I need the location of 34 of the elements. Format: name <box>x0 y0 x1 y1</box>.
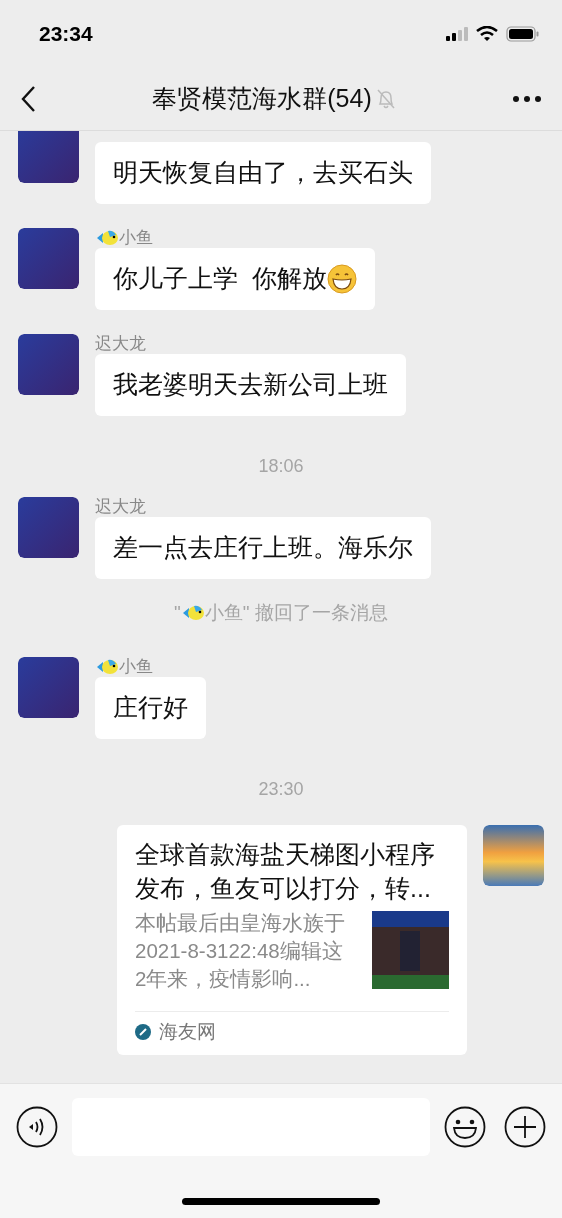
timestamp: 18:06 <box>258 455 304 478</box>
more-icon[interactable] <box>512 95 542 103</box>
sender-name-text: 迟大龙 <box>95 497 146 517</box>
battery-icon <box>506 26 540 42</box>
timestamp: 23:30 <box>258 778 304 801</box>
avatar-photo[interactable] <box>483 825 544 886</box>
sender-name-text: 小鱼 <box>119 657 153 677</box>
emoji-icon[interactable] <box>444 1106 486 1148</box>
signal-icon <box>446 27 468 41</box>
message-text: 明天恢复自由了，去买石头 <box>113 158 413 188</box>
voice-icon[interactable] <box>16 1106 58 1148</box>
sender-name-text: 小鱼 <box>119 228 153 248</box>
wifi-icon <box>476 26 498 42</box>
sender-name-text: 迟大龙 <box>95 334 146 354</box>
link-source: 海友网 <box>159 1020 216 1044</box>
source-logo-icon <box>135 1024 151 1041</box>
message-text: 差一点去庄行上班。海乐尔 <box>113 533 413 563</box>
back-icon[interactable] <box>20 85 36 113</box>
avatar-photo[interactable] <box>18 228 79 289</box>
plus-icon[interactable] <box>504 1106 546 1148</box>
avatar-photo[interactable] <box>18 334 79 395</box>
avatar-photo[interactable] <box>18 497 79 558</box>
link-card[interactable]: 全球首款海盐天梯图小程序发布，鱼友可以打分，转... 本帖最后由皇海水族于2021-8-3122:48编辑这2年来，疫情影响... 海友网 <box>117 825 467 1055</box>
link-description: 本帖最后由皇海水族于2021-8-3122:48编辑这2年来，疫情影响... <box>135 910 346 992</box>
link-title: 全球首款海盐天梯图小程序发布，鱼友可以打分，转... <box>135 839 436 904</box>
status-time: 23:34 <box>39 21 93 48</box>
message-text: 庄行好 <box>113 693 188 723</box>
avatar-photo[interactable] <box>18 657 79 718</box>
message-text: 我老婆明天去新公司上班 <box>113 370 388 400</box>
avatar-photo[interactable] <box>18 131 79 183</box>
message-text: 你儿子上学 你解放 <box>113 264 327 294</box>
home-indicator[interactable] <box>182 1198 380 1205</box>
recall-notice: " 小鱼" 撤回了一条消息 <box>174 601 388 625</box>
chat-title: 奉贤模范海水群(54) <box>152 83 372 115</box>
